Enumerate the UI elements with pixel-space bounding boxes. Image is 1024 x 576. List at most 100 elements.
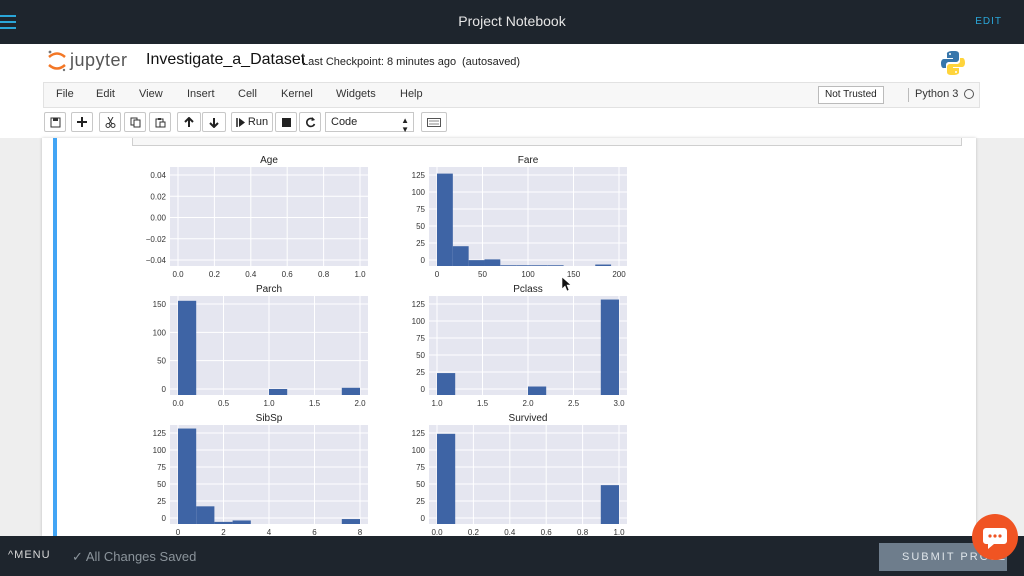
- y-tick-label: 100: [412, 446, 426, 455]
- jupyter-wordmark: jupyter: [70, 50, 128, 70]
- y-tick-label: 0.04: [150, 171, 166, 180]
- y-tick-label: 25: [416, 239, 425, 248]
- x-tick-label: 2: [221, 528, 226, 536]
- save-status: ✓ All Changes Saved: [72, 549, 196, 565]
- interrupt-button[interactable]: [275, 112, 297, 132]
- x-tick-label: 2.0: [354, 399, 366, 408]
- histogram-bar: [500, 265, 517, 266]
- x-tick-label: 0: [435, 270, 440, 279]
- menu-view[interactable]: View: [139, 88, 163, 100]
- menu-help[interactable]: Help: [400, 88, 423, 100]
- kernel-name: Python 3: [915, 88, 959, 100]
- x-tick-label: 1.0: [613, 528, 625, 536]
- y-tick-label: 0: [421, 385, 426, 394]
- move-down-icon: [209, 117, 219, 128]
- histogram-output: 0.0 0.2 0.4 0.6 0.8 1.00.040.020.00−0.02−0.04…: [146, 155, 627, 536]
- x-tick-label: 1.0: [431, 399, 443, 408]
- move-down-button[interactable]: [202, 112, 226, 132]
- move-up-button[interactable]: [177, 112, 201, 132]
- selected-cell-indicator: [53, 138, 57, 536]
- save-icon: [50, 117, 60, 127]
- histogram-bar: [437, 373, 456, 395]
- y-tick-label: 50: [416, 480, 425, 489]
- histogram-bar: [452, 246, 469, 266]
- menu-widgets[interactable]: Widgets: [336, 88, 376, 100]
- y-tick-label: 150: [153, 300, 167, 309]
- plot-title: SibSp: [256, 413, 283, 424]
- x-tick-label: 3.0: [613, 399, 625, 408]
- y-tick-label: −0.04: [146, 256, 167, 265]
- x-tick-label: 0.5: [218, 399, 230, 408]
- histogram-bar: [178, 300, 197, 395]
- y-tick-label: 25: [416, 368, 425, 377]
- plot-title: Age: [260, 155, 278, 166]
- checkpoint-status: Last Checkpoint: 8 minutes ago: [302, 56, 457, 68]
- menu-edit[interactable]: Edit: [96, 88, 115, 100]
- histogram-bar: [196, 506, 215, 524]
- x-tick-label: 0.8: [577, 528, 589, 536]
- y-tick-label: 100: [412, 188, 426, 197]
- plot-title: Pclass: [513, 284, 542, 295]
- x-tick-label: 1.0: [263, 399, 275, 408]
- cell-type-select[interactable]: Code ▲ ▼: [325, 112, 414, 134]
- command-palette-button[interactable]: [421, 112, 447, 132]
- x-tick-label: 0.8: [318, 270, 330, 279]
- y-tick-label: 125: [153, 429, 167, 438]
- menu-cell[interactable]: Cell: [238, 88, 257, 100]
- restart-icon: [305, 116, 315, 127]
- x-tick-label: 100: [521, 270, 535, 279]
- jupyter-logo-icon[interactable]: [46, 48, 68, 74]
- chat-button[interactable]: [972, 514, 1018, 560]
- kernel-idle-icon: [964, 89, 974, 99]
- y-tick-label: 50: [157, 480, 166, 489]
- code-input-area[interactable]: [132, 138, 962, 146]
- x-tick-label: 0.2: [468, 528, 480, 536]
- y-tick-label: 0: [162, 385, 167, 394]
- save-button[interactable]: [44, 112, 66, 132]
- paste-button[interactable]: [149, 112, 171, 132]
- y-tick-label: 0.02: [150, 192, 166, 201]
- edit-button[interactable]: EDIT: [975, 16, 1002, 27]
- histogram-bar: [528, 386, 547, 395]
- x-tick-label: 0.2: [209, 270, 221, 279]
- histogram-bar: [531, 265, 548, 266]
- y-tick-label: 0: [162, 514, 167, 523]
- y-tick-label: 125: [412, 300, 426, 309]
- y-tick-label: −0.02: [146, 235, 167, 244]
- copy-button[interactable]: [124, 112, 146, 132]
- run-button[interactable]: Run: [231, 112, 273, 132]
- restart-button[interactable]: [299, 112, 321, 132]
- menu-kernel[interactable]: Kernel: [281, 88, 313, 100]
- x-tick-label: 0.0: [172, 399, 184, 408]
- y-tick-label: 100: [412, 317, 426, 326]
- plot-title: Fare: [518, 155, 539, 166]
- x-tick-label: 2.0: [522, 399, 534, 408]
- x-tick-label: 50: [478, 270, 487, 279]
- histogram-bar: [178, 428, 197, 524]
- select-caret-icon: ▲ ▼: [401, 116, 409, 134]
- histogram-bar: [595, 264, 612, 266]
- trust-status-button[interactable]: Not Trusted: [818, 86, 884, 104]
- menu-toggle-button[interactable]: ^MENU: [8, 549, 51, 561]
- menu-insert[interactable]: Insert: [187, 88, 215, 100]
- move-up-icon: [184, 116, 194, 127]
- y-tick-label: 75: [157, 463, 166, 472]
- python-logo-icon: [941, 51, 965, 75]
- y-tick-label: 100: [153, 328, 167, 337]
- x-tick-label: 2.5: [568, 399, 580, 408]
- x-tick-label: 0: [176, 528, 181, 536]
- keyboard-icon: [427, 117, 441, 127]
- histogram-bar: [341, 387, 360, 395]
- x-tick-label: 0.0: [431, 528, 443, 536]
- histogram-bar: [547, 265, 564, 266]
- cell-type-value: Code: [331, 116, 358, 128]
- cut-button[interactable]: [99, 112, 121, 132]
- notebook-name[interactable]: Investigate_a_Dataset: [146, 51, 305, 69]
- copy-icon: [130, 117, 140, 127]
- menu-file[interactable]: File: [56, 88, 74, 100]
- y-tick-label: 25: [157, 497, 166, 506]
- plot-title: Survived: [509, 413, 548, 424]
- y-tick-label: 100: [153, 446, 167, 455]
- x-tick-label: 200: [612, 270, 626, 279]
- insert-cell-button[interactable]: [71, 112, 93, 132]
